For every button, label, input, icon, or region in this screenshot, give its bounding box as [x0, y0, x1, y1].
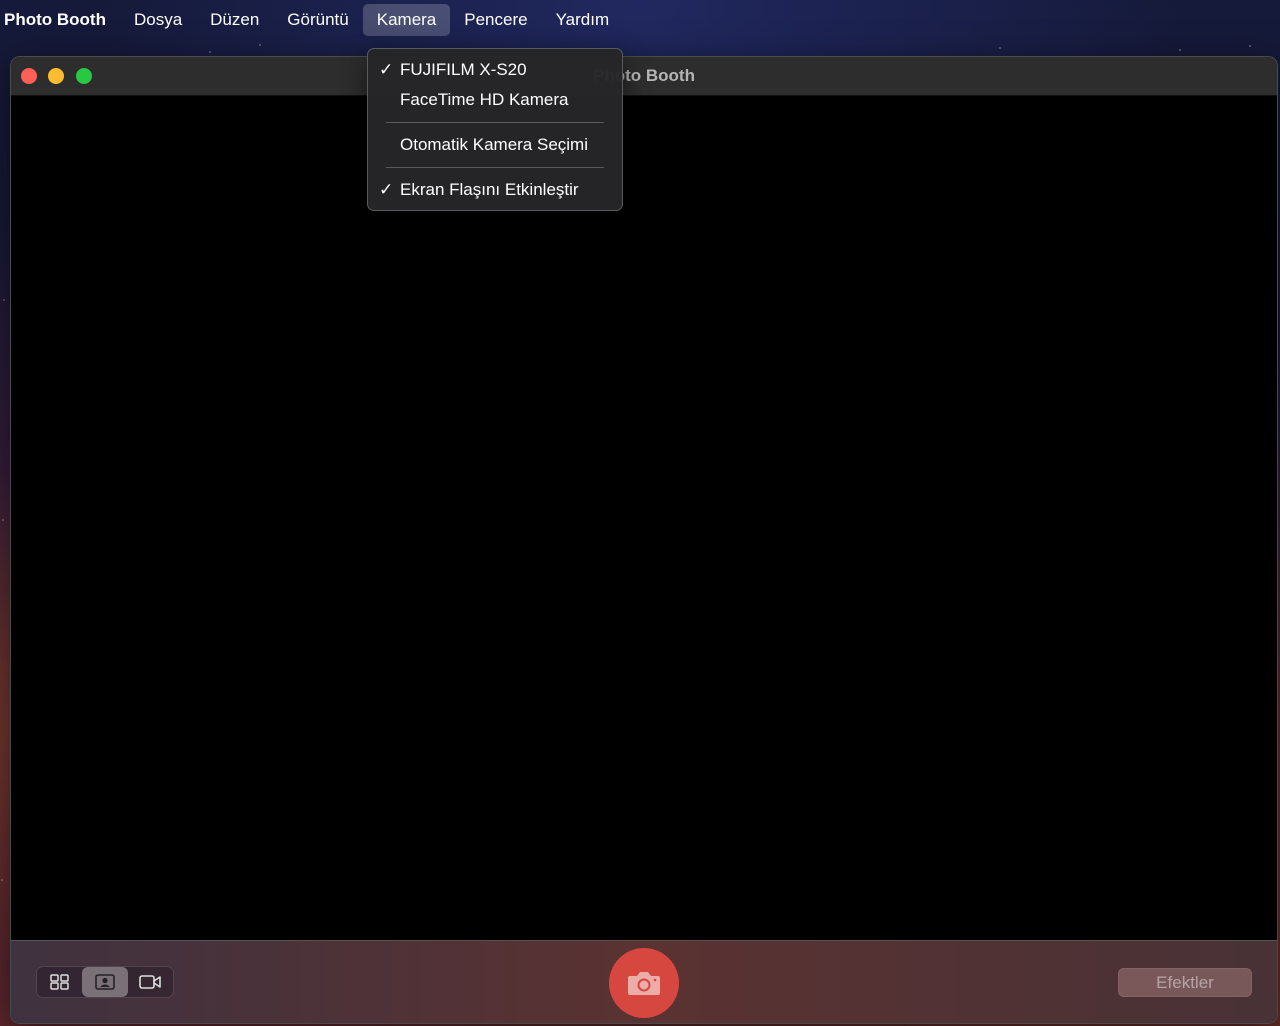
- window-title: Photo Booth: [593, 66, 695, 85]
- video-icon: [139, 975, 162, 989]
- view-mode-segment: [36, 966, 174, 998]
- menu-duzen[interactable]: Düzen: [196, 4, 273, 36]
- menu-item-screen-flash[interactable]: ✓ Ekran Flaşını Etkinleştir: [368, 175, 622, 205]
- effects-button[interactable]: Efektler: [1118, 968, 1252, 997]
- photo-booth-window: Photo Booth Efektler: [10, 56, 1278, 1024]
- menu-item-auto-camera[interactable]: Otomatik Kamera Seçimi: [368, 130, 622, 160]
- menu-item-label: Otomatik Kamera Seçimi: [400, 135, 588, 154]
- checkmark-icon: ✓: [379, 180, 394, 199]
- grid-view-icon: [49, 974, 69, 990]
- menu-pencere[interactable]: Pencere: [450, 4, 541, 36]
- menu-item-label: FUJIFILM X-S20: [400, 60, 527, 79]
- menu-dosya[interactable]: Dosya: [120, 4, 196, 36]
- checkmark-icon: ✓: [379, 60, 394, 79]
- menu-bar: Photo Booth Dosya Düzen Görüntü Kamera P…: [0, 0, 1280, 40]
- menu-yardim[interactable]: Yardım: [542, 4, 624, 36]
- menu-app-name[interactable]: Photo Booth: [4, 10, 120, 30]
- single-photo-button[interactable]: [82, 967, 128, 997]
- menu-kamera[interactable]: Kamera: [362, 4, 451, 36]
- camera-icon: [628, 972, 660, 995]
- menu-separator: [386, 122, 604, 123]
- grid-view-button[interactable]: [37, 967, 82, 997]
- bottom-toolbar: Efektler: [11, 940, 1277, 1023]
- menu-item-fujifilm[interactable]: ✓ FUJIFILM X-S20: [368, 55, 622, 85]
- menu-item-label: Ekran Flaşını Etkinleştir: [400, 180, 579, 199]
- menu-item-label: FaceTime HD Kamera: [400, 90, 569, 109]
- menu-goruntu[interactable]: Görüntü: [273, 4, 362, 36]
- menu-item-facetime[interactable]: FaceTime HD Kamera: [368, 85, 622, 115]
- shutter-button[interactable]: [609, 948, 679, 1018]
- menu-separator: [386, 167, 604, 168]
- video-button[interactable]: [128, 967, 173, 997]
- single-photo-icon: [95, 974, 115, 990]
- window-titlebar[interactable]: Photo Booth: [11, 57, 1277, 96]
- camera-menu-dropdown: ✓ FUJIFILM X-S20 FaceTime HD Kamera Otom…: [367, 48, 623, 211]
- camera-preview: [11, 96, 1277, 941]
